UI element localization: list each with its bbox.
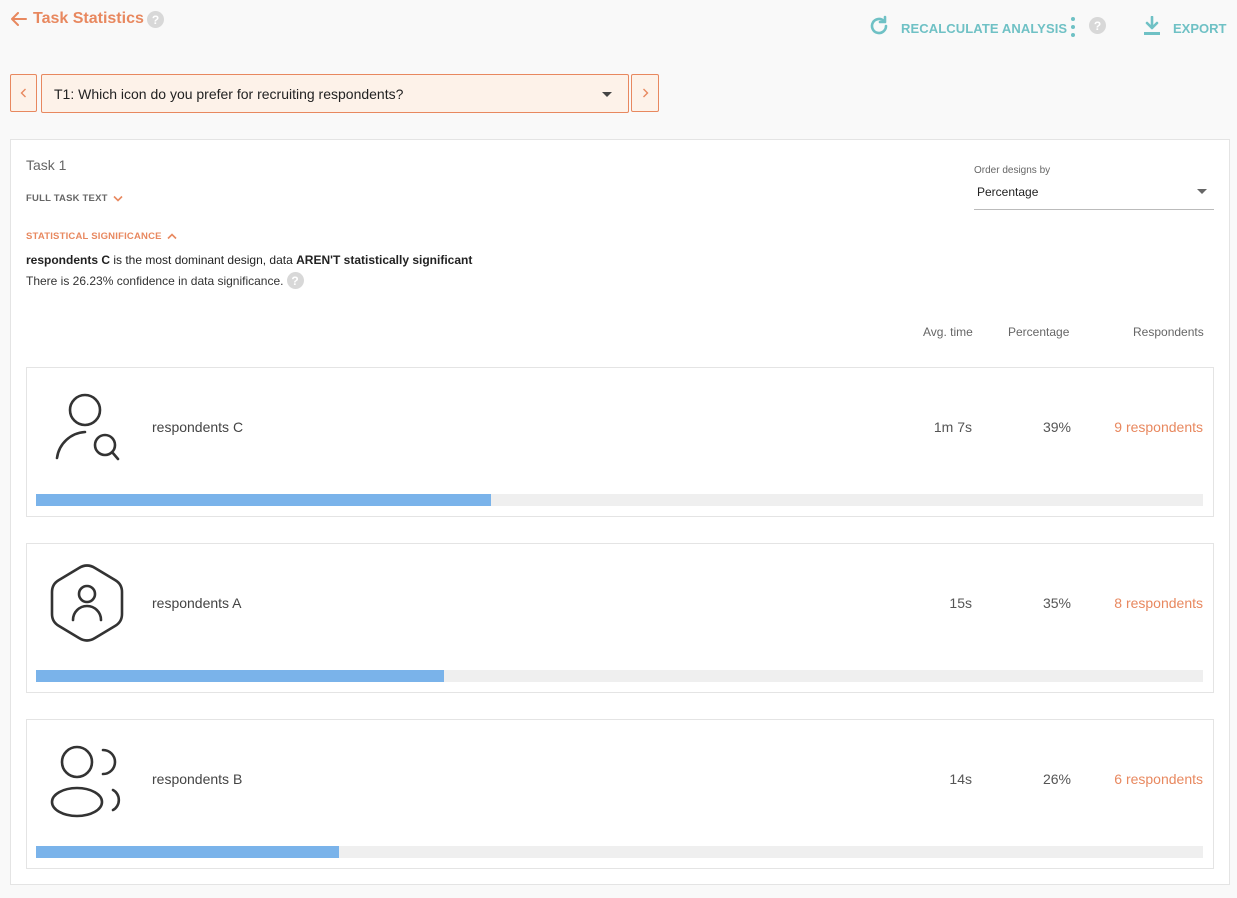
refresh-icon <box>868 15 890 42</box>
recalculate-label: RECALCULATE ANALYSIS <box>901 21 1068 36</box>
chevron-left-icon <box>20 88 26 98</box>
caret-down-icon <box>602 92 612 97</box>
significance-verdict: AREN'T statistically significant <box>296 253 473 267</box>
percentage-bar <box>36 494 1203 506</box>
next-task-button[interactable] <box>631 74 659 112</box>
export-label: EXPORT <box>1173 21 1227 36</box>
design-name: respondents A <box>152 595 242 611</box>
help-icon[interactable]: ? <box>1089 17 1106 34</box>
percentage-bar-fill <box>36 494 492 506</box>
column-header-percentage: Percentage <box>1008 325 1070 339</box>
design-row: respondents B 14s 26% 6 respondents <box>26 719 1214 869</box>
caret-down-icon <box>1197 189 1207 194</box>
task-label: Task 1 <box>26 157 67 173</box>
significance-summary: respondents C is the most dominant desig… <box>26 253 472 267</box>
design-respondents-link[interactable]: 8 respondents <box>1053 595 1203 611</box>
full-task-text-label: FULL TASK TEXT <box>26 193 108 204</box>
chevron-down-icon <box>113 195 123 202</box>
back-link[interactable]: Task Statistics <box>10 10 144 28</box>
column-header-avg-time: Avg. time <box>923 325 973 339</box>
chevron-up-icon <box>167 233 177 240</box>
confidence-line: There is 26.23% confidence in data signi… <box>26 272 304 289</box>
recalculate-analysis-button[interactable]: RECALCULATE ANALYSIS <box>868 15 1067 42</box>
person-search-icon <box>47 388 127 468</box>
export-button[interactable]: EXPORT <box>1143 15 1227 41</box>
order-designs-label: Order designs by <box>974 165 1051 176</box>
task-statistics-card: Task 1 FULL TASK TEXT STATISTICAL SIGNIF… <box>10 139 1230 885</box>
design-avg-time: 15s <box>949 595 972 611</box>
statistical-significance-label: STATISTICAL SIGNIFICANCE <box>26 231 162 242</box>
task-select-value: T1: Which icon do you prefer for recruit… <box>54 85 404 102</box>
people-group-icon <box>47 740 127 820</box>
statistical-significance-toggle[interactable]: STATISTICAL SIGNIFICANCE <box>26 231 177 242</box>
design-name: respondents B <box>152 771 243 787</box>
help-icon[interactable]: ? <box>147 11 164 28</box>
design-avg-time: 14s <box>949 771 972 787</box>
percentage-bar <box>36 846 1203 858</box>
confidence-text: There is 26.23% confidence in data signi… <box>26 273 284 288</box>
design-respondents-link[interactable]: 6 respondents <box>1053 771 1203 787</box>
design-respondents-link[interactable]: 9 respondents <box>1053 419 1203 435</box>
order-designs-value: Percentage <box>977 185 1039 199</box>
design-row: respondents A 15s 35% 8 respondents <box>26 543 1214 693</box>
design-row: respondents C 1m 7s 39% 9 respondents <box>26 367 1214 517</box>
task-select[interactable]: T1: Which icon do you prefer for recruit… <box>41 74 629 113</box>
significance-mid-text: is the most dominant design, data <box>110 253 297 267</box>
dominant-design-name: respondents C <box>26 253 111 267</box>
percentage-bar-fill <box>36 846 340 858</box>
order-designs-select[interactable]: Percentage <box>974 178 1214 210</box>
full-task-text-toggle[interactable]: FULL TASK TEXT <box>26 193 123 204</box>
person-hexagon-icon <box>47 564 127 644</box>
design-name: respondents C <box>152 419 244 435</box>
percentage-bar <box>36 670 1203 682</box>
page-title: Task Statistics <box>33 10 144 27</box>
more-options-icon[interactable] <box>1066 17 1080 37</box>
previous-task-button[interactable] <box>10 74 37 112</box>
download-icon <box>1143 15 1161 41</box>
percentage-bar-fill <box>36 670 445 682</box>
column-header-respondents: Respondents <box>1133 325 1204 339</box>
chevron-right-icon <box>642 88 648 98</box>
help-icon[interactable]: ? <box>286 272 304 289</box>
arrow-left-icon <box>10 10 28 28</box>
design-avg-time: 1m 7s <box>933 419 972 435</box>
